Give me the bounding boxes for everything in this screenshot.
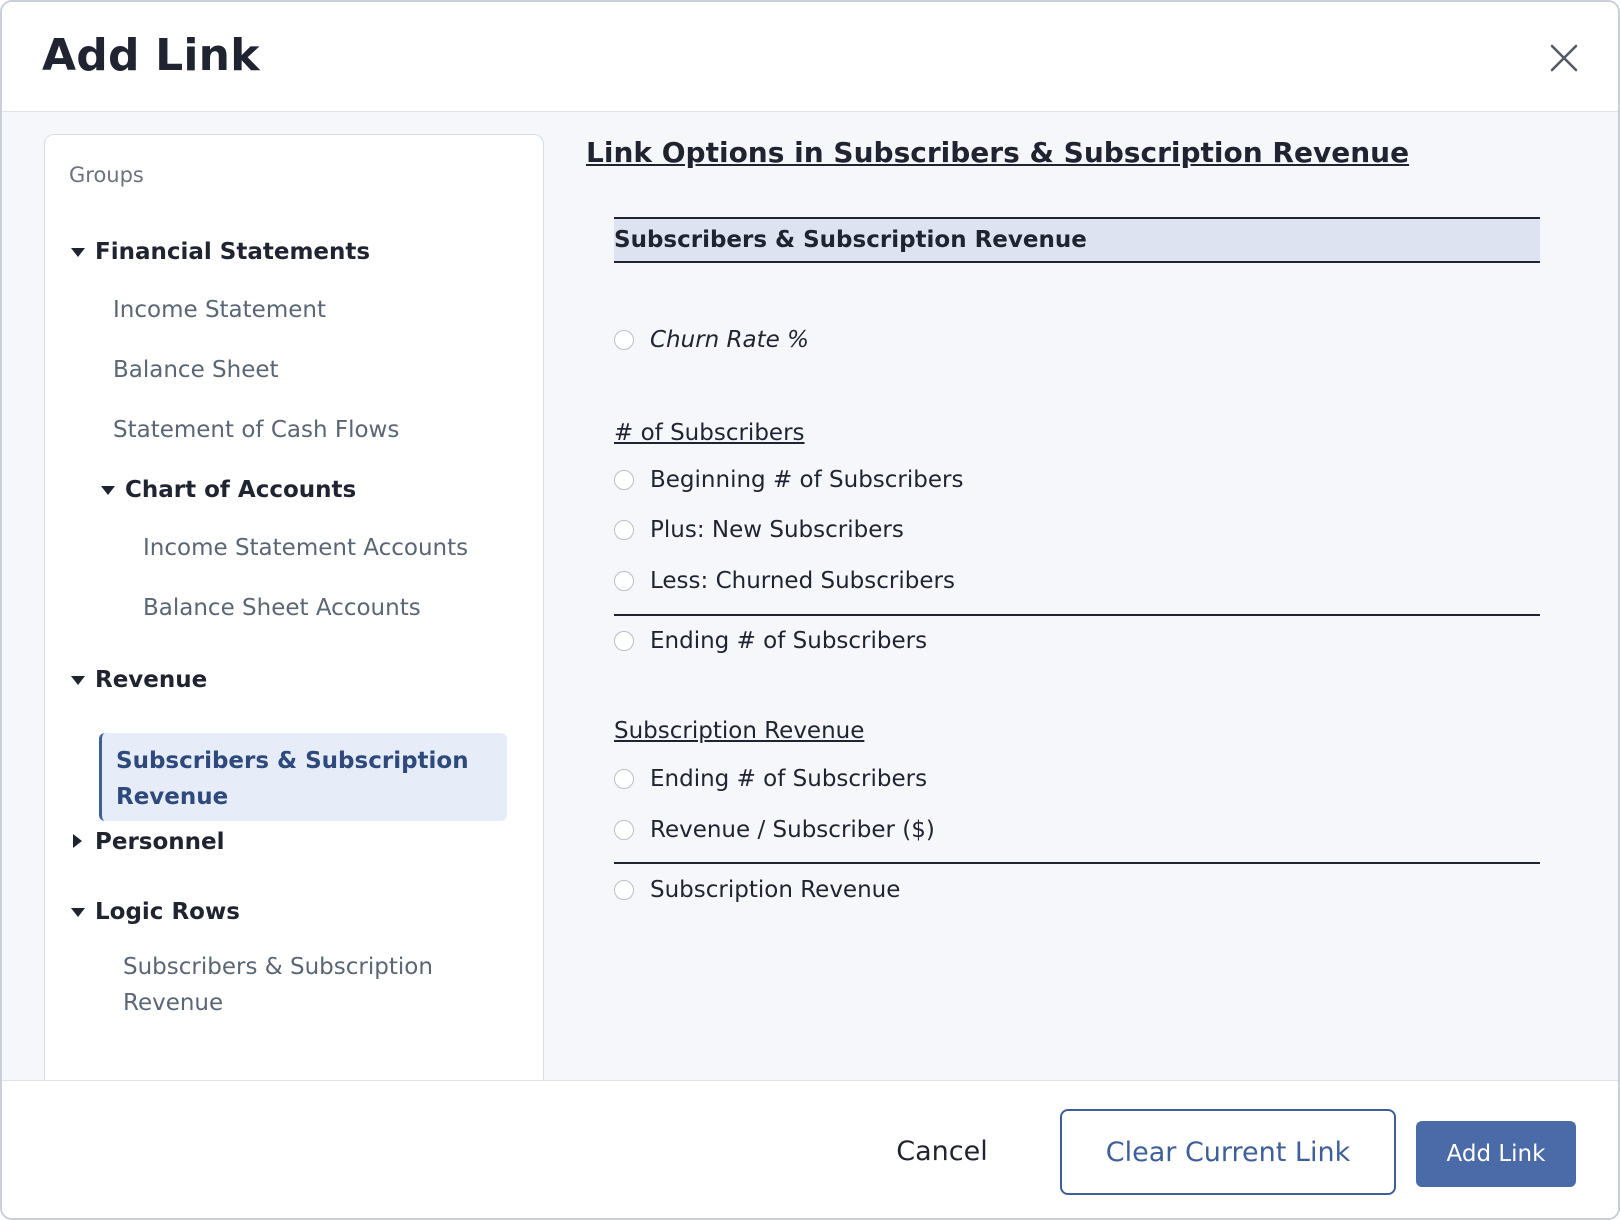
option-churned-subscribers[interactable]: Less: Churned Subscribers	[614, 563, 955, 599]
dialog-header: Add Link	[2, 2, 1618, 112]
option-label: Beginning # of Subscribers	[650, 467, 964, 493]
caret-down-icon	[99, 480, 125, 500]
options-group-header: Subscribers & Subscription Revenue	[614, 217, 1540, 263]
tree-group-logic-rows[interactable]: Logic Rows	[69, 899, 240, 925]
option-churn-rate[interactable]: Churn Rate %	[614, 322, 809, 358]
option-label: Ending # of Subscribers	[650, 628, 928, 654]
dialog-body: Groups Financial Statements Income State…	[2, 112, 1618, 1083]
radio-button[interactable]	[614, 330, 634, 350]
option-label: Ending # of Subscribers	[650, 766, 928, 792]
option-label: Churn Rate %	[650, 327, 809, 353]
caret-down-icon	[69, 242, 95, 262]
option-subscription-revenue[interactable]: Subscription Revenue	[614, 872, 900, 908]
radio-button[interactable]	[614, 820, 634, 840]
link-options-title: Link Options in Subscribers & Subscripti…	[586, 136, 1410, 169]
tree-item-cash-flows[interactable]: Statement of Cash Flows	[113, 417, 399, 443]
caret-down-icon	[69, 902, 95, 922]
option-revenue-per-subscriber[interactable]: Revenue / Subscriber ($)	[614, 812, 935, 848]
clear-current-link-button[interactable]: Clear Current Link	[1060, 1109, 1396, 1195]
dialog-title: Add Link	[42, 30, 260, 81]
radio-button[interactable]	[614, 520, 634, 540]
tree-item-income-statement[interactable]: Income Statement	[113, 297, 326, 323]
tree-group-chart-of-accounts[interactable]: Chart of Accounts	[99, 477, 356, 503]
option-beginning-subscribers[interactable]: Beginning # of Subscribers	[614, 462, 963, 498]
option-label: Revenue / Subscriber ($)	[650, 817, 935, 843]
tree-group-label: Financial Statements	[95, 239, 371, 265]
option-label: Plus: New Subscribers	[650, 517, 904, 543]
tree-item-logic-subscribers-revenue[interactable]: Subscribers & Subscription Revenue	[123, 949, 463, 1021]
radio-button[interactable]	[614, 571, 634, 591]
option-new-subscribers[interactable]: Plus: New Subscribers	[614, 512, 904, 548]
tree-item-subscribers-revenue-selected[interactable]: Subscribers & Subscription Revenue	[99, 733, 507, 821]
tree-item-balance-sheet[interactable]: Balance Sheet	[113, 357, 279, 383]
option-revenue-ending-subscribers[interactable]: Ending # of Subscribers	[614, 761, 927, 797]
section-label-revenue: Subscription Revenue	[614, 718, 865, 744]
radio-button[interactable]	[614, 631, 634, 651]
tree-group-personnel[interactable]: Personnel	[69, 829, 225, 855]
tree-group-financial-statements[interactable]: Financial Statements	[69, 239, 370, 265]
option-label: Subscription Revenue	[650, 877, 901, 903]
close-icon	[1550, 44, 1578, 72]
caret-down-icon	[69, 670, 95, 690]
add-link-button[interactable]: Add Link	[1416, 1121, 1576, 1187]
groups-panel: Groups Financial Statements Income State…	[44, 134, 544, 1083]
caret-right-icon	[69, 832, 95, 852]
close-button[interactable]	[1546, 40, 1582, 76]
tree-group-label: Revenue	[95, 667, 208, 693]
dialog-footer: Cancel Clear Current Link Add Link	[2, 1080, 1618, 1218]
option-label: Less: Churned Subscribers	[650, 568, 955, 594]
groups-label: Groups	[69, 163, 144, 187]
radio-button[interactable]	[614, 769, 634, 789]
tree-group-label: Chart of Accounts	[125, 477, 357, 503]
total-divider	[614, 862, 1540, 864]
radio-button[interactable]	[614, 880, 634, 900]
add-link-dialog: Add Link Groups Financial Statements Inc…	[0, 0, 1620, 1220]
tree-group-label: Personnel	[95, 829, 225, 855]
tree-item-income-statement-accounts[interactable]: Income Statement Accounts	[143, 535, 468, 561]
section-label-subscribers: # of Subscribers	[614, 420, 805, 446]
cancel-button[interactable]: Cancel	[882, 1123, 1002, 1179]
tree-group-revenue[interactable]: Revenue	[69, 667, 207, 693]
option-ending-subscribers[interactable]: Ending # of Subscribers	[614, 623, 927, 659]
tree-item-balance-sheet-accounts[interactable]: Balance Sheet Accounts	[143, 595, 421, 621]
total-divider	[614, 614, 1540, 616]
tree-group-label: Logic Rows	[95, 899, 240, 925]
radio-button[interactable]	[614, 470, 634, 490]
